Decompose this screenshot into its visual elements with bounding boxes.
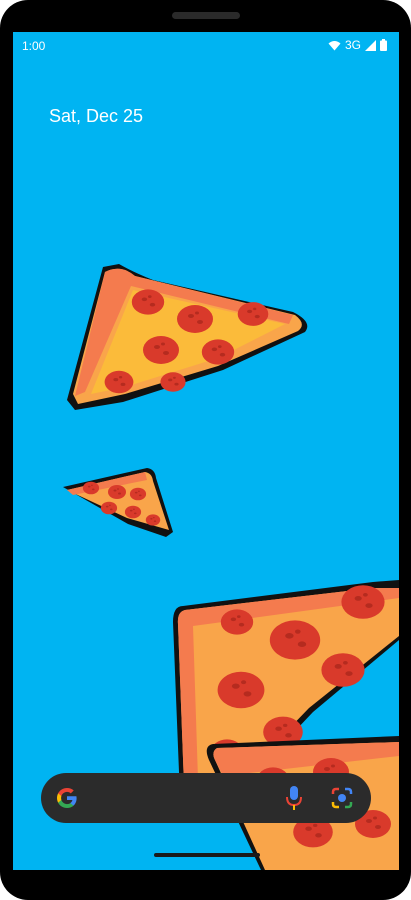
signal-icon xyxy=(365,39,376,51)
google-search-bar[interactable] xyxy=(41,773,371,823)
google-g-icon xyxy=(57,788,77,808)
network-type: 3G xyxy=(344,38,361,52)
status-bar: 1:00 3G xyxy=(13,32,399,58)
battery-icon xyxy=(380,39,387,51)
lens-icon[interactable] xyxy=(329,785,355,811)
mic-icon[interactable] xyxy=(284,784,304,812)
home-screen: 1:00 3G Sat, Dec 25 xyxy=(13,32,399,870)
gesture-nav-handle[interactable] xyxy=(154,853,260,857)
pizza-wallpaper xyxy=(63,264,399,870)
phone-frame: 1:00 3G Sat, Dec 25 xyxy=(0,0,411,900)
pizza-slice-icon xyxy=(67,264,308,410)
pizza-slice-icon xyxy=(63,468,173,537)
status-time: 1:00 xyxy=(22,39,46,53)
date-widget[interactable]: Sat, Dec 25 xyxy=(49,106,143,127)
status-icons: 3G xyxy=(328,38,387,52)
earpiece-speaker xyxy=(172,12,240,19)
wifi-icon xyxy=(328,40,341,50)
